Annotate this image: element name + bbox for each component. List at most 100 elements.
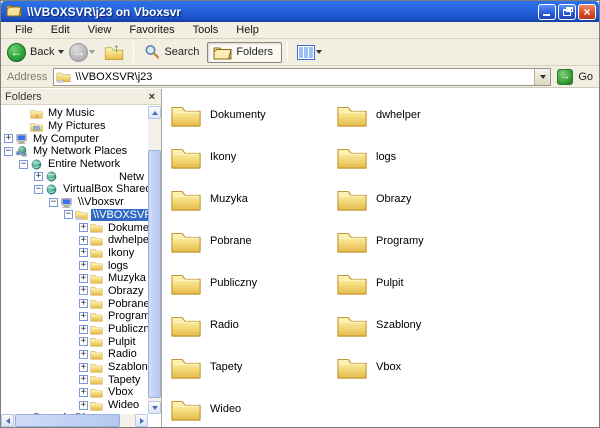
tree-item[interactable]: +Obrazy (1, 285, 148, 298)
tree-item-label[interactable]: Pulpit (106, 336, 138, 348)
tree-item[interactable]: −\\Vboxsvr (1, 196, 148, 209)
views-dropdown-icon[interactable] (316, 50, 322, 54)
tree-item[interactable]: −My Network Places (1, 145, 148, 158)
tree-item-label[interactable]: My Music (46, 107, 96, 119)
folder-tile-label[interactable]: Tapety (210, 361, 242, 373)
tree-item-label[interactable]: Radio (106, 348, 139, 360)
views-button[interactable] (293, 43, 331, 62)
vertical-scroll-thumb[interactable] (148, 150, 161, 398)
folder-tile[interactable]: Dokumenty (170, 94, 336, 136)
tree-item[interactable]: + Pobrane (1, 297, 148, 310)
tree-item-label[interactable]: My Pictures (46, 120, 107, 132)
tree-item-label[interactable]: Wideo (106, 399, 141, 411)
expand-icon[interactable]: + (34, 172, 43, 181)
folder-tile[interactable]: Vbox (336, 346, 502, 388)
back-dropdown-icon[interactable] (58, 50, 64, 54)
tree-item-label[interactable]: Szablony (106, 361, 148, 373)
collapse-icon[interactable]: − (4, 147, 13, 156)
tree-item[interactable]: + Radio (1, 348, 148, 361)
collapse-icon[interactable]: − (64, 210, 73, 219)
folder-tile-label[interactable]: Wideo (210, 403, 241, 415)
tree-item-label[interactable]: logs (106, 260, 130, 272)
tree-item-label[interactable]: Programy (106, 310, 148, 322)
tree-item[interactable]: + Dokumenty (1, 221, 148, 234)
folder-tile[interactable]: Szablony (336, 304, 502, 346)
forward-dropdown-icon[interactable] (89, 50, 95, 54)
scroll-right-button[interactable] (135, 414, 148, 427)
forward-button[interactable]: → (69, 43, 100, 62)
expand-icon[interactable]: + (79, 223, 88, 232)
collapse-icon[interactable]: − (49, 198, 58, 207)
folder-tile[interactable]: Pulpit (336, 262, 502, 304)
expand-icon[interactable]: + (79, 337, 88, 346)
menu-tools[interactable]: Tools (185, 23, 227, 37)
tree-item-label[interactable]: Tapety (106, 374, 142, 386)
expand-icon[interactable]: + (79, 261, 88, 270)
horizontal-scroll-thumb[interactable] (15, 414, 120, 427)
close-button[interactable]: × (578, 4, 596, 20)
tree-item[interactable]: +Publiczny (1, 323, 148, 336)
folder-tile-label[interactable]: Radio (210, 319, 239, 331)
expand-icon[interactable]: + (79, 388, 88, 397)
folder-tile-label[interactable]: logs (376, 151, 396, 163)
folder-tile[interactable]: Radio (170, 304, 336, 346)
folder-tile-label[interactable]: dwhelper (376, 109, 421, 121)
expand-icon[interactable]: + (79, 363, 88, 372)
expand-icon[interactable]: + (79, 286, 88, 295)
menu-file[interactable]: File (7, 23, 41, 37)
address-input[interactable]: \\VBOXSVR\j23 (53, 68, 551, 86)
folder-tile[interactable]: logs (336, 136, 502, 178)
tree-item-label[interactable]: Vbox (106, 386, 135, 398)
tree-item-label[interactable]: My Computer (31, 133, 101, 145)
tree-item[interactable]: + Vbox (1, 386, 148, 399)
tree-item[interactable]: + logs (1, 259, 148, 272)
folder-tile-label[interactable]: Muzyka (210, 193, 248, 205)
title-bar[interactable]: \\VBOXSVR\j23 on Vboxsvr × (1, 1, 599, 22)
expand-icon[interactable]: + (79, 299, 88, 308)
expand-icon[interactable]: + (79, 312, 88, 321)
back-button[interactable]: ← Back (7, 43, 69, 62)
address-dropdown-button[interactable] (534, 69, 550, 85)
tree-item-label[interactable]: Muzyka (106, 272, 148, 284)
tree-item[interactable]: + Pulpit (1, 335, 148, 348)
folder-tile-label[interactable]: Vbox (376, 361, 401, 373)
expand-icon[interactable]: + (79, 350, 88, 359)
tree-item[interactable]: + Programy (1, 310, 148, 323)
collapse-icon[interactable]: − (34, 185, 43, 194)
expand-icon[interactable]: + (79, 248, 88, 257)
go-button[interactable]: → (557, 69, 573, 85)
tree-item-label[interactable]: dwhelper (106, 234, 148, 246)
folder-tile-label[interactable]: Pobrane (210, 235, 252, 247)
tree-item-label[interactable]: Dokumenty (106, 222, 148, 234)
tree-item-label[interactable]: Netw (117, 171, 146, 183)
folder-tile-label[interactable]: Szablony (376, 319, 421, 331)
scroll-down-button[interactable] (148, 401, 161, 414)
tree-item-label[interactable]: Entire Network (46, 158, 122, 170)
folders-button[interactable]: Folders (207, 42, 282, 63)
tree-item[interactable]: − VirtualBox Shared Folder (1, 183, 148, 196)
up-button[interactable]: ↑ (104, 44, 124, 61)
folder-tile[interactable]: Pobrane (170, 220, 336, 262)
folder-tile[interactable]: Muzyka (170, 178, 336, 220)
menu-favorites[interactable]: Favorites (121, 23, 182, 37)
search-button[interactable]: Search (139, 42, 207, 62)
folder-tile[interactable]: Wideo (170, 388, 336, 427)
horizontal-scrollbar[interactable] (1, 414, 148, 427)
tree-item[interactable]: +Ikony (1, 247, 148, 260)
tree-item[interactable]: +Wideo (1, 399, 148, 412)
tree-item[interactable]: + My Computer (1, 132, 148, 145)
tree-item-label[interactable]: Pobrane (106, 298, 148, 310)
expand-icon[interactable]: + (79, 274, 88, 283)
expand-icon[interactable]: + (79, 236, 88, 245)
minimize-button[interactable] (538, 4, 556, 20)
expand-icon[interactable]: + (4, 134, 13, 143)
tree-item[interactable]: My Pictures (1, 120, 148, 133)
vertical-scrollbar[interactable] (148, 106, 161, 414)
tree-item[interactable]: + Muzyka (1, 272, 148, 285)
menu-view[interactable]: View (80, 23, 120, 37)
tree-item[interactable]: +Tapety (1, 373, 148, 386)
tree-item[interactable]: + Szablony (1, 361, 148, 374)
tree-item-label[interactable]: VirtualBox Shared Folder (61, 183, 148, 195)
scroll-up-button[interactable] (148, 106, 161, 119)
folder-tile-label[interactable]: Pulpit (376, 277, 404, 289)
